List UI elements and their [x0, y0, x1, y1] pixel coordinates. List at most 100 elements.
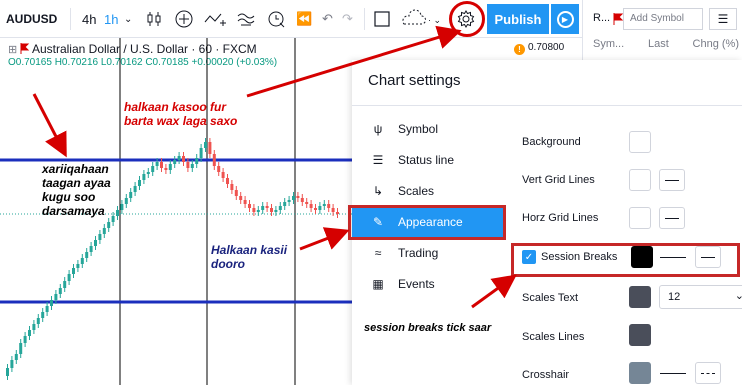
- column-header-symbol[interactable]: Sym...: [593, 38, 624, 50]
- vert-grid-line-style[interactable]: [659, 169, 685, 191]
- candle-body: [124, 198, 128, 204]
- candle-body: [23, 336, 27, 343]
- candle-body: [322, 204, 326, 206]
- scales-lines-color-swatch[interactable]: [629, 324, 651, 346]
- nav-item-events[interactable]: ▦ Events: [352, 269, 504, 299]
- nav-item-appearance[interactable]: ✎ Appearance: [352, 207, 504, 237]
- candle-body: [72, 268, 75, 274]
- annotation-line: barta wax laga saxo: [124, 114, 238, 128]
- nav-item-label: Scales: [398, 184, 435, 198]
- annotation-line: taagan ayaa: [42, 176, 111, 190]
- nav-item-trading[interactable]: ≈ Trading: [352, 238, 504, 268]
- nav-item-scales[interactable]: ↳ Scales: [352, 176, 504, 206]
- column-header-change[interactable]: Chng (%): [693, 38, 739, 50]
- candle-body: [221, 172, 225, 178]
- font-size-value: 12: [668, 291, 681, 303]
- interval-dropdown-icon[interactable]: ⌄: [124, 8, 132, 30]
- templates-icon[interactable]: [236, 8, 256, 30]
- column-header-last[interactable]: Last: [648, 38, 669, 50]
- interval-4h-button[interactable]: 4h: [82, 8, 96, 30]
- candle-body: [248, 204, 251, 208]
- cloud-save-icon[interactable]: · ⌄: [400, 8, 442, 30]
- watchlist-menu-icon[interactable]: ☰: [709, 8, 737, 30]
- candle-body: [160, 162, 163, 168]
- watchlist-name[interactable]: R...: [593, 12, 610, 24]
- vert-grid-color-swatch[interactable]: [629, 169, 651, 191]
- candle-body: [102, 228, 106, 234]
- session-breaks-checkbox[interactable]: ✓: [522, 250, 536, 264]
- crosshair-line-width[interactable]: [656, 362, 690, 384]
- symbol-search-button[interactable]: AUDUSD: [6, 8, 57, 30]
- candle-body: [98, 234, 102, 240]
- candle-body: [19, 343, 23, 354]
- add-symbol-input[interactable]: Add Symbol: [623, 8, 703, 30]
- session-breaks-line-style[interactable]: [695, 246, 721, 268]
- nav-item-status-line[interactable]: ☰ Status line: [352, 145, 504, 175]
- scales-text-color-swatch[interactable]: [629, 286, 651, 308]
- replay-icon[interactable]: ⏪: [296, 8, 312, 30]
- candle-style-icon[interactable]: [146, 8, 162, 30]
- candle-icon: ψ: [373, 122, 383, 136]
- session-breaks-color-swatch[interactable]: [631, 246, 653, 268]
- candle-body: [164, 168, 168, 170]
- alert-icon[interactable]: [266, 8, 286, 30]
- trading-icon: ≈: [374, 246, 382, 260]
- candle-body: [318, 206, 322, 210]
- chart-pane[interactable]: ⊞ Australian Dollar / U.S. Dollar · 60 ·…: [0, 38, 352, 385]
- svg-text:· ⌄: · ⌄: [428, 15, 441, 25]
- undo-icon[interactable]: ↶: [322, 8, 333, 30]
- candle-body: [212, 154, 216, 166]
- session-breaks-line-width[interactable]: [656, 246, 690, 268]
- candle-body: [80, 258, 84, 264]
- candle-body: [67, 274, 71, 281]
- candle-body: [182, 156, 185, 162]
- redo-icon[interactable]: ↷: [342, 8, 353, 30]
- dialog-title: Chart settings: [368, 72, 461, 89]
- candle-body: [129, 192, 133, 198]
- candle-body: [195, 158, 199, 164]
- nav-item-symbol[interactable]: ψ Symbol: [352, 114, 504, 144]
- horz-grid-label: Horz Grid Lines: [522, 212, 599, 224]
- candle-body: [85, 252, 89, 258]
- scales-lines-label: Scales Lines: [522, 331, 585, 343]
- price-scale-area: ! 0.70800: [512, 38, 582, 60]
- candle-body: [36, 318, 40, 324]
- crosshair-line-style[interactable]: [695, 362, 721, 384]
- fullscreen-icon[interactable]: [374, 8, 390, 30]
- publish-button[interactable]: Publish: [487, 4, 549, 34]
- candle-body: [6, 368, 9, 376]
- watchlist-panel: R... Add Symbol ☰ Sym... Last Chng (%): [582, 0, 742, 60]
- add-indicator-icon[interactable]: [174, 8, 194, 30]
- candle-body: [292, 196, 295, 200]
- font-size-select[interactable]: 12 ⌄: [659, 285, 742, 309]
- interval-1h-button[interactable]: 1h: [104, 8, 118, 30]
- info-icon[interactable]: !: [514, 44, 525, 55]
- candle-body: [186, 162, 190, 168]
- candle-body: [274, 210, 278, 212]
- crosshair-color-swatch[interactable]: [629, 362, 651, 384]
- crosshair-label: Crosshair: [522, 369, 570, 381]
- indicators-icon[interactable]: [204, 8, 226, 30]
- candle-body: [199, 148, 203, 158]
- nav-item-label: Symbol: [398, 122, 439, 136]
- candle-body: [76, 264, 80, 268]
- candle-body: [177, 156, 181, 160]
- candle-body: [239, 196, 243, 200]
- settings-gear-icon[interactable]: [456, 8, 476, 30]
- horz-grid-color-swatch[interactable]: [629, 207, 651, 229]
- background-color-swatch[interactable]: [629, 131, 651, 153]
- candle-body: [226, 178, 229, 184]
- candle-body: [314, 208, 317, 210]
- toolbar-divider: [70, 8, 71, 30]
- publish-menu-button[interactable]: ▶: [551, 4, 579, 34]
- annotation-session-breaks: session breaks tick saar: [364, 322, 492, 334]
- background-label: Background: [522, 136, 581, 148]
- candle-body: [14, 354, 18, 360]
- horz-grid-line-style[interactable]: [659, 207, 685, 229]
- candle-body: [173, 160, 177, 164]
- candle-body: [270, 208, 273, 212]
- pencil-icon: ✎: [372, 215, 384, 229]
- nav-item-label: Events: [398, 277, 435, 291]
- nav-item-label: Appearance: [398, 215, 463, 229]
- candle-body: [142, 174, 146, 180]
